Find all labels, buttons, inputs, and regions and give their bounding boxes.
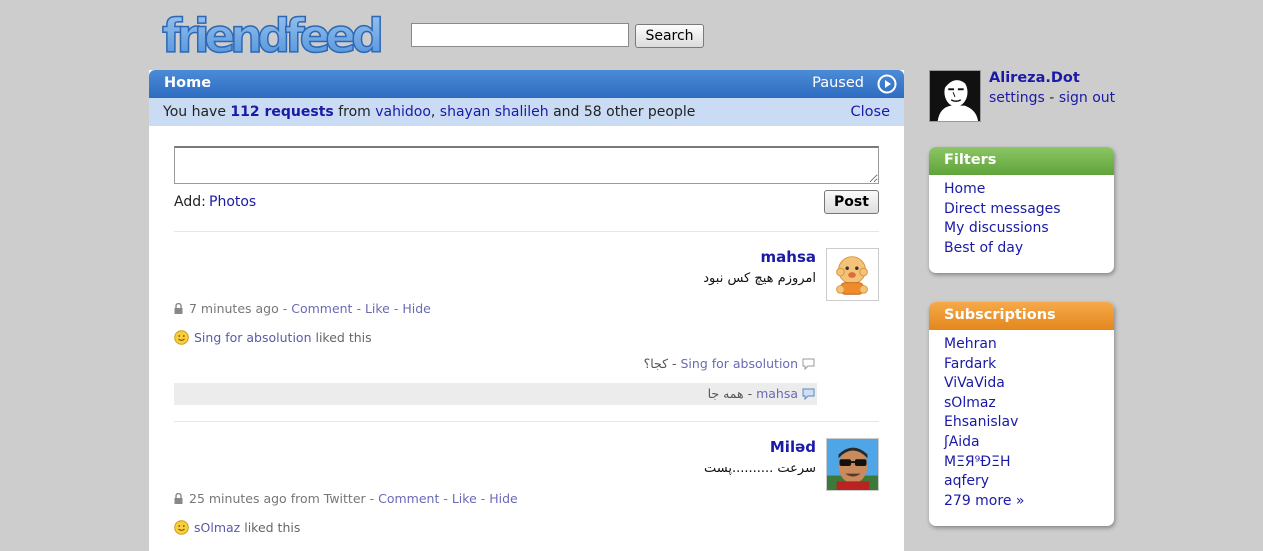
comment-author-link[interactable]: Sing for absolution [681,356,799,371]
liker-link[interactable]: sOlmaz [194,520,240,535]
filter-home[interactable]: Home [944,180,1099,200]
feed-header: Home Paused [149,70,904,98]
comment: کجا؟ - Sing for absolution [174,353,817,375]
smiley-icon [174,330,189,345]
requests-count-link[interactable]: 112 requests [230,104,333,120]
comment-bubble-icon [802,358,815,370]
comment-link[interactable]: Comment [378,491,439,506]
profile-name-link[interactable]: Alireza.Dot [989,70,1080,86]
subscription-item[interactable]: Ehsanislav [944,413,1099,433]
entry-text: سرعت ..........پست [703,461,816,476]
subscription-item[interactable]: Fardark [944,355,1099,375]
entry-meta: 25 minutes ago from Twitter - Comment - … [174,491,518,506]
like-link[interactable]: Like [365,301,390,316]
like-link[interactable]: Like [452,491,477,506]
comment-author-link[interactable]: mahsa [756,386,798,401]
entry-author-link[interactable]: mahsa [761,248,816,266]
main-feed-panel: Home Paused You have 112 requests from v… [149,70,904,551]
paused-status: Paused [812,75,864,91]
share-input[interactable] [174,146,879,184]
subscription-item[interactable]: aqfery [944,472,1099,492]
filter-direct-messages[interactable]: Direct messages [944,200,1099,220]
liker-link[interactable]: Sing for absolution [194,330,312,345]
baby-avatar[interactable] [826,248,879,301]
filter-best-of-day[interactable]: Best of day [944,239,1099,259]
subscription-item[interactable]: Mehran [944,335,1099,355]
smiley-icon [174,520,189,535]
subscription-item[interactable]: sOlmaz [944,394,1099,414]
search-input[interactable] [411,23,629,47]
requests-text: You have 112 requests from vahidoo, shay… [163,104,696,120]
entry-meta: 7 minutes ago - Comment - Like - Hide [174,301,431,316]
subscriptions-more-link[interactable]: 279 more » [944,492,1099,512]
subscription-item[interactable]: ViVaVida [944,374,1099,394]
filter-my-discussions[interactable]: My discussions [944,219,1099,239]
divider [174,231,879,232]
profile-links: settings - sign out [989,90,1116,106]
settings-link[interactable]: settings [989,90,1045,106]
play-icon[interactable] [877,74,897,94]
subscription-item[interactable]: ʃAida [944,433,1099,453]
filters-box: Filters Home Direct messages My discussi… [929,147,1114,273]
entry-author-link[interactable]: Miləd [770,438,816,456]
friendfeed-logo[interactable]: friendfeed [158,8,388,62]
hide-link[interactable]: Hide [489,491,518,506]
feed-title: Home [164,75,212,91]
sign-out-link[interactable]: sign out [1059,90,1115,106]
likes-row: sOlmaz liked this [174,520,300,535]
entry-text: امروزم هیچ کس نبود [703,271,816,286]
subscription-item[interactable]: MΞЯ⁹ÐΞΗ [944,453,1099,473]
comment-bubble-icon [802,388,815,400]
divider [174,421,879,422]
comment: همه جا - mahsa [174,383,817,405]
add-label: Add: [174,194,206,210]
subscriptions-title: Subscriptions [929,302,1114,330]
search-button[interactable]: Search [635,24,704,48]
user-photo-avatar[interactable] [826,438,879,491]
logo-text: friendfeed [162,9,384,62]
comment-link[interactable]: Comment [291,301,352,316]
requests-close-link[interactable]: Close [851,104,891,120]
likes-row: Sing for absolution liked this [174,330,372,345]
request-user-link[interactable]: vahidoo [375,104,431,120]
profile-avatar[interactable] [929,70,981,122]
filters-title: Filters [929,147,1114,175]
subscriptions-box: Subscriptions Mehran Fardark ViVaVida sO… [929,302,1114,526]
add-photos-link[interactable]: Photos [209,194,256,210]
post-button[interactable]: Post [824,190,879,214]
lock-icon [174,303,183,314]
lock-icon [174,493,183,504]
hide-link[interactable]: Hide [402,301,431,316]
requests-bar: You have 112 requests from vahidoo, shay… [149,98,904,126]
request-user-link[interactable]: shayan shalileh [440,104,549,120]
